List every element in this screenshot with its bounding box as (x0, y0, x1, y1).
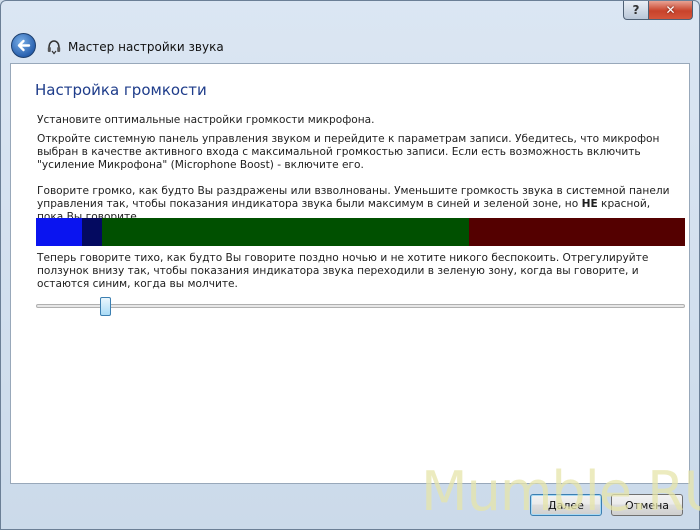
wizard-nav-bar: Мастер настройки звука (1, 29, 699, 63)
back-arrow-icon (17, 39, 31, 52)
help-button[interactable]: ? (623, 1, 649, 20)
meter-zone-dark-blue (82, 218, 103, 246)
title-bar: ? ✕ (1, 1, 699, 29)
page-title: Настройка громкости (35, 81, 207, 99)
close-icon: ✕ (665, 3, 676, 17)
wizard-title: Мастер настройки звука (68, 40, 224, 54)
loud-instructions-part1: Говорите громко, как будто Вы раздражены… (37, 185, 670, 210)
cancel-button[interactable]: Отмена (611, 494, 683, 516)
wizard-page: Настройка громкости Установите оптимальн… (10, 63, 690, 484)
volume-slider-thumb[interactable] (99, 297, 111, 316)
mumble-headset-icon (47, 40, 61, 55)
help-icon: ? (632, 3, 640, 17)
next-button[interactable]: Далее (530, 494, 602, 516)
system-panel-instructions: Откройте системную панель управления зву… (37, 133, 660, 171)
meter-zone-red (468, 218, 685, 246)
meter-zone-green (102, 218, 469, 246)
volume-slider-track[interactable] (36, 304, 685, 308)
wizard-window: ? ✕ Мастер настройки звука Настройка гро… (0, 0, 700, 530)
back-button[interactable] (11, 33, 36, 58)
window-controls: ? ✕ (623, 1, 693, 20)
wizard-footer: Далее Отмена (1, 484, 699, 530)
intro-text: Установите оптимальные настройки громкос… (37, 114, 375, 126)
volume-level-meter (36, 218, 685, 246)
loud-instructions-emphasis: НЕ (581, 198, 598, 210)
meter-zone-blue (36, 218, 83, 246)
close-button[interactable]: ✕ (649, 1, 693, 20)
quiet-speech-instructions: Теперь говорите тихо, как будто Вы говор… (37, 252, 649, 290)
